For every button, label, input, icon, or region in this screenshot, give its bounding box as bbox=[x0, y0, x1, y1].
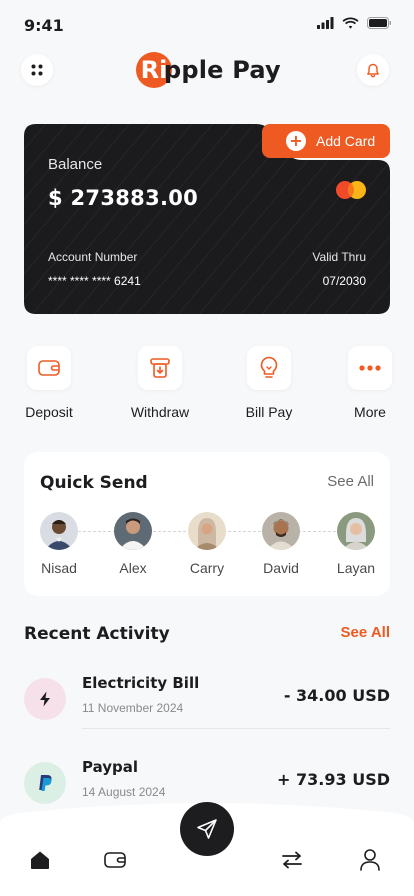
action-withdraw[interactable]: Withdraw bbox=[115, 346, 205, 420]
user-icon bbox=[360, 849, 380, 871]
quick-send-panel: Quick Send See All Nisad Alex Carry Davi… bbox=[24, 452, 390, 596]
transfer-icon bbox=[282, 851, 302, 869]
nav-profile[interactable] bbox=[354, 844, 386, 876]
more-icon bbox=[359, 365, 381, 371]
wallet-icon bbox=[38, 360, 60, 376]
contact-item[interactable]: Carry bbox=[177, 512, 237, 576]
action-bill-pay[interactable]: Bill Pay bbox=[224, 346, 314, 420]
wifi-icon bbox=[342, 17, 359, 29]
action-label: More bbox=[354, 404, 386, 420]
contact-name: Alex bbox=[119, 560, 147, 576]
contact-name: Carry bbox=[189, 560, 225, 576]
avatar bbox=[40, 512, 78, 550]
quick-send-title: Quick Send bbox=[40, 473, 148, 493]
recent-activity-see-all[interactable]: See All bbox=[341, 624, 390, 641]
divider bbox=[82, 728, 390, 729]
account-number-label: Account Number bbox=[48, 250, 138, 264]
transaction-date: 14 August 2024 bbox=[82, 785, 166, 799]
transaction-amount: - 34.00 USD bbox=[283, 686, 390, 705]
signal-icon bbox=[317, 17, 334, 29]
balance-value: $ 273883.00 bbox=[48, 186, 199, 210]
action-label: Bill Pay bbox=[245, 404, 293, 420]
action-more[interactable]: More bbox=[325, 346, 414, 420]
valid-thru-label: Valid Thru bbox=[312, 250, 366, 264]
status-time: 9:41 bbox=[24, 16, 64, 35]
transaction-name: Paypal bbox=[82, 758, 139, 776]
app-header: Ri pple Pay bbox=[0, 50, 414, 90]
contact-item[interactable]: Nisad bbox=[29, 512, 89, 576]
status-icons bbox=[317, 17, 392, 29]
logo-text: pple Pay bbox=[164, 56, 281, 84]
transaction-row[interactable]: Electricity Bill 11 November 2024 - 34.0… bbox=[24, 670, 390, 730]
status-bar: 9:41 bbox=[0, 0, 414, 48]
contact-name: David bbox=[263, 560, 299, 576]
plus-icon: + bbox=[286, 131, 306, 151]
action-deposit[interactable]: Deposit bbox=[4, 346, 94, 420]
add-card-label: Add Card bbox=[316, 133, 376, 149]
battery-icon bbox=[367, 17, 391, 29]
send-button[interactable] bbox=[180, 802, 234, 856]
recent-activity-title: Recent Activity bbox=[24, 624, 170, 644]
contact-item[interactable]: Alex bbox=[103, 512, 163, 576]
more-tile[interactable] bbox=[348, 346, 392, 390]
add-card-button[interactable]: + Add Card bbox=[262, 124, 390, 158]
quick-send-see-all[interactable]: See All bbox=[327, 473, 374, 490]
contact-name: Layan bbox=[336, 560, 376, 576]
account-number-value: **** **** **** 6241 bbox=[48, 274, 141, 288]
nav-wallet[interactable] bbox=[99, 844, 131, 876]
bell-icon bbox=[367, 63, 379, 77]
valid-thru-value: 07/2030 bbox=[322, 274, 366, 288]
bolt-icon bbox=[24, 678, 66, 720]
avatar bbox=[337, 512, 375, 550]
paypal-icon bbox=[24, 762, 66, 804]
avatar bbox=[114, 512, 152, 550]
wallet-icon bbox=[104, 852, 126, 868]
menu-button[interactable] bbox=[21, 54, 53, 86]
notification-button[interactable] bbox=[357, 54, 389, 86]
transaction-amount: + 73.93 USD bbox=[277, 770, 390, 789]
app-logo: Ri pple Pay bbox=[136, 50, 281, 90]
nav-home[interactable] bbox=[24, 844, 56, 876]
home-icon bbox=[31, 851, 49, 869]
balance-label: Balance bbox=[48, 156, 103, 173]
contact-item[interactable]: David bbox=[251, 512, 311, 576]
contact-item[interactable]: Layan bbox=[326, 512, 386, 576]
action-label: Deposit bbox=[25, 404, 73, 420]
deposit-tile[interactable] bbox=[27, 346, 71, 390]
transaction-name: Electricity Bill bbox=[82, 674, 200, 692]
withdraw-icon bbox=[150, 358, 170, 378]
bulb-icon bbox=[260, 356, 278, 378]
contact-name: Nisad bbox=[41, 560, 77, 576]
mastercard-icon bbox=[336, 181, 366, 199]
avatar bbox=[262, 512, 300, 550]
action-label: Withdraw bbox=[130, 404, 190, 420]
withdraw-tile[interactable] bbox=[138, 346, 182, 390]
transaction-date: 11 November 2024 bbox=[82, 701, 184, 715]
avatar bbox=[188, 512, 226, 550]
nav-transfer[interactable] bbox=[276, 844, 308, 876]
bill-pay-tile[interactable] bbox=[247, 346, 291, 390]
grid-menu-icon bbox=[31, 64, 43, 76]
paper-plane-icon bbox=[197, 819, 217, 839]
